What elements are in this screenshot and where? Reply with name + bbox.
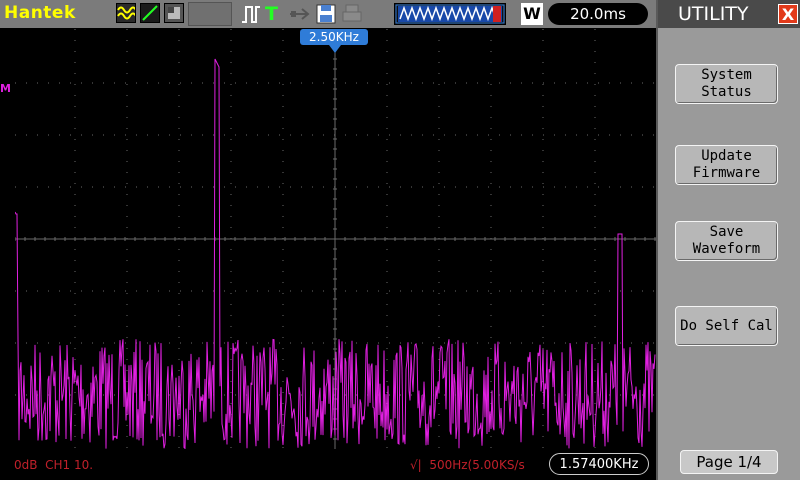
channel-scale-readout: 0dB CH1 10. bbox=[14, 458, 94, 472]
cursor-frequency-readout: 1.57400KHz bbox=[549, 453, 649, 475]
math-channel-marker: M bbox=[0, 82, 11, 95]
page-indicator-button[interactable]: Page 1/4 bbox=[680, 450, 778, 474]
printer-icon[interactable] bbox=[340, 2, 364, 26]
waveform-mode-icon[interactable] bbox=[116, 3, 137, 23]
save-waveform-button[interactable]: Save Waveform bbox=[675, 221, 778, 261]
top-toolbar: Hantek T W 20.0ms bbox=[0, 0, 656, 28]
save-disk-icon[interactable] bbox=[315, 2, 337, 26]
menu-title: UTILITY bbox=[678, 3, 749, 25]
system-status-button[interactable]: System Status bbox=[675, 64, 778, 104]
update-firmware-button[interactable]: Update Firmware bbox=[675, 145, 778, 185]
memory-waveform-icon[interactable] bbox=[394, 3, 506, 25]
blank-slot bbox=[188, 2, 232, 26]
trigger-T-icon[interactable]: T bbox=[265, 2, 283, 26]
menu-header: UTILITY X bbox=[658, 0, 800, 28]
waveform-display bbox=[14, 28, 656, 450]
do-self-cal-button[interactable]: Do Self Cal bbox=[675, 306, 778, 346]
usb-icon[interactable] bbox=[288, 2, 312, 26]
acquire-mode-badge: W bbox=[521, 3, 543, 25]
graticule bbox=[14, 28, 656, 450]
trigger-position-arrow-icon bbox=[329, 45, 341, 53]
timebase-readout[interactable]: 20.0ms bbox=[548, 3, 648, 25]
display-icon[interactable] bbox=[164, 3, 184, 23]
utility-menu: UTILITY X System Status Update Firmware … bbox=[656, 0, 800, 480]
brand-logo: Hantek bbox=[4, 3, 76, 23]
ramp-icon[interactable] bbox=[140, 3, 160, 23]
sample-rate-readout: √| 500Hz(5.00KS/s bbox=[410, 458, 525, 472]
trigger-edge-icon[interactable] bbox=[240, 2, 262, 26]
trigger-position-marker[interactable]: 2.50KHz bbox=[300, 29, 368, 45]
close-button[interactable]: X bbox=[778, 4, 798, 24]
